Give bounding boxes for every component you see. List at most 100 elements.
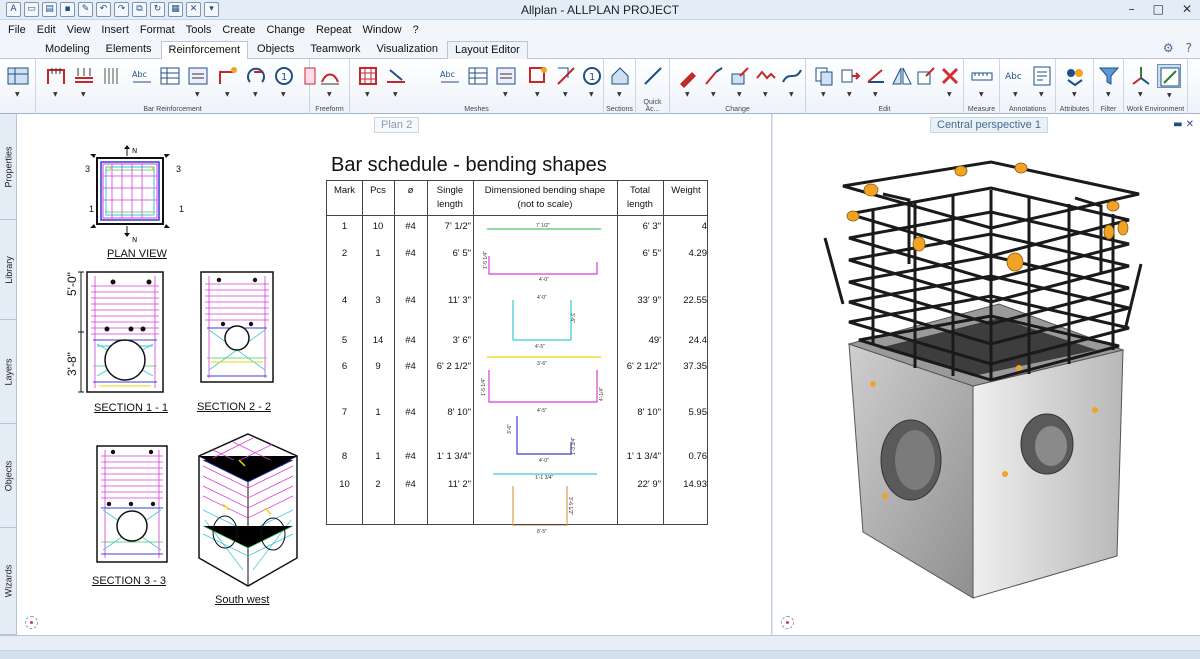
menu-window[interactable]: Window	[362, 24, 401, 36]
mesh-edit-button[interactable]: ▼	[554, 64, 578, 98]
tab-modeling[interactable]: Modeling	[38, 41, 97, 59]
dim-label: 4'-0"	[537, 295, 547, 301]
menu-tools[interactable]: Tools	[186, 24, 212, 36]
gear-icon[interactable]: ⚙	[1163, 41, 1174, 55]
maximize-button[interactable]: □	[1153, 2, 1164, 16]
section-1-1-drawing[interactable]	[75, 266, 175, 398]
viewport-navigation-icon[interactable]	[25, 616, 38, 629]
change-curve-button[interactable]: ▼	[780, 64, 804, 98]
mesh-number-button[interactable]: 1 ▼	[580, 64, 604, 98]
bar-placement-button[interactable]: ▼	[72, 64, 96, 98]
section-3-3-drawing[interactable]	[91, 442, 177, 570]
cell-pcs: 1	[375, 248, 381, 259]
sidetab-layers[interactable]: Layers	[0, 320, 17, 424]
stretch-button[interactable]	[914, 64, 938, 88]
tab-teamwork[interactable]: Teamwork	[303, 41, 367, 59]
mesh-schedule-button[interactable]	[466, 64, 490, 88]
menu-file[interactable]: File	[8, 24, 26, 36]
cell-weight: 22.55	[683, 295, 707, 306]
menu-repeat[interactable]: Repeat	[316, 24, 351, 36]
minimize-button[interactable]: –	[1129, 2, 1135, 16]
tab-visualization[interactable]: Visualization	[369, 41, 445, 59]
tab-elements[interactable]: Elements	[99, 41, 159, 59]
restore-icon[interactable]: ▬	[1173, 119, 1182, 130]
change-line-button[interactable]: ▼	[702, 64, 726, 98]
section-2-2-drawing[interactable]	[195, 266, 281, 388]
copy-button[interactable]: ▼	[812, 64, 836, 98]
ribbon-group-label: Work Environment	[1126, 106, 1185, 113]
tab-reinforcement[interactable]: Reinforcement	[160, 41, 249, 59]
section-button[interactable]: ▼	[608, 64, 632, 98]
3d-model-render[interactable]	[823, 154, 1153, 604]
cell-total: 49'	[648, 335, 661, 346]
move-button[interactable]: ▼	[838, 64, 862, 98]
cell-weight: 0.76	[688, 451, 708, 462]
viewport-navigation-icon[interactable]	[781, 616, 794, 629]
menu-format[interactable]: Format	[140, 24, 175, 36]
cell-pcs: 9	[375, 361, 381, 372]
modify-bar-button[interactable]: ▼	[216, 64, 240, 98]
viewport-label-plan[interactable]: Plan 2	[374, 117, 420, 133]
ribbon: ▼ ▼ ▼ Abc ▼ ▼ ▼ 1 ▼ Bar Reinforcement ▼ F…	[0, 59, 1200, 114]
line-button[interactable]	[641, 64, 665, 88]
mesh-label-button[interactable]: Abc	[438, 64, 462, 88]
bar-legend-button[interactable]: ▼	[186, 64, 210, 98]
rotate-button[interactable]: ▼	[864, 64, 888, 98]
menu-create[interactable]: Create	[222, 24, 255, 36]
menu-help[interactable]: ?	[413, 24, 419, 36]
menu-view[interactable]: View	[67, 24, 91, 36]
menu-change[interactable]: Change	[266, 24, 305, 36]
mesh-legend-button[interactable]: ▼	[494, 64, 518, 98]
section-marker-3-right: 3	[176, 164, 182, 174]
mirror-button[interactable]	[890, 64, 914, 88]
bar-shape-button[interactable]: ▼	[44, 64, 68, 98]
perspective-viewport[interactable]: Central perspective 1 ▬ ✕	[773, 114, 1200, 635]
mesh-placement-button[interactable]: ▼	[356, 64, 380, 98]
tab-layout-editor[interactable]: Layout Editor	[447, 41, 528, 59]
svg-text:Abc: Abc	[132, 70, 147, 79]
mesh-span-button[interactable]: ▼	[384, 64, 408, 98]
bar-label-button[interactable]: Abc	[130, 64, 154, 88]
viewport-button[interactable]: ▼	[1157, 64, 1181, 99]
viewport-label-perspective[interactable]: Central perspective 1	[930, 117, 1048, 133]
sidetab-objects[interactable]: Objects	[0, 424, 17, 528]
freeform-button[interactable]: ▼	[318, 64, 342, 98]
filter-icon[interactable]: ▼	[1097, 64, 1121, 98]
axis-icon[interactable]: ▼	[1129, 64, 1153, 98]
dim-label: 4'-0"	[539, 458, 549, 464]
measure-button[interactable]: ▼	[970, 64, 994, 98]
sidetab-wizards[interactable]: Wizards	[0, 528, 17, 635]
close-icon[interactable]: ✕	[1186, 119, 1194, 130]
sidetab-properties[interactable]: Properties	[0, 114, 17, 220]
plan-view-drawing[interactable]: N N	[72, 144, 192, 244]
dim-label: 1'-3 3/4"	[571, 436, 578, 456]
rotate-bar-button[interactable]: ▼	[244, 64, 268, 98]
cell-single: 6' 5"	[452, 248, 471, 259]
tab-objects[interactable]: Objects	[250, 41, 301, 59]
bar-schedule-button[interactable]	[158, 64, 182, 88]
bar-spacing-button[interactable]	[100, 64, 124, 88]
attributes-button[interactable]: ▼	[1063, 64, 1087, 98]
section-1-1-label: SECTION 1 - 1	[94, 402, 168, 414]
cell-mark: 4	[341, 295, 348, 306]
change-properties-button[interactable]: ▼	[676, 64, 700, 98]
help-icon[interactable]: ?	[1186, 41, 1192, 55]
text-button[interactable]: Abc ▼	[1004, 64, 1028, 98]
menu-insert[interactable]: Insert	[101, 24, 129, 36]
mesh-modify-button[interactable]: ▼	[526, 64, 550, 98]
plan-viewport[interactable]: Plan 2 N N 3 3 1 1 PLAN VIEW 5'-0" 3'-8"…	[17, 114, 772, 635]
annotation-button[interactable]: ▼	[1030, 64, 1054, 98]
cell-single: 11' 2"	[448, 479, 471, 490]
delete-icon[interactable]: ▼	[938, 64, 962, 98]
close-button[interactable]: ✕	[1182, 2, 1192, 16]
sidetab-library[interactable]: Library	[0, 220, 17, 320]
change-polyline-button[interactable]: ▼	[754, 64, 778, 98]
bar-tools-button[interactable]	[298, 64, 316, 88]
change-fill-button[interactable]: ▼	[728, 64, 752, 98]
bar-number-button[interactable]: 1 ▼	[272, 64, 296, 98]
menu-edit[interactable]: Edit	[37, 24, 56, 36]
workspace-3d-button[interactable]: ▼	[6, 64, 30, 98]
bar-schedule-table[interactable]: Mark Pcs ø Single length Dimensioned bend…	[326, 180, 708, 535]
south-west-label: South west	[215, 594, 270, 606]
south-west-drawing[interactable]	[193, 430, 303, 590]
